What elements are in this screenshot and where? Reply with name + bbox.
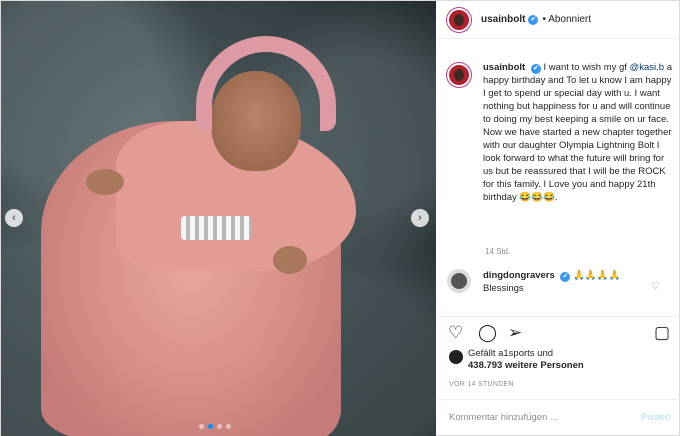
likes-line1: Gefällt a1sports und [468, 348, 554, 359]
header-username[interactable]: usainbolt [481, 14, 525, 25]
comment-username[interactable]: dingdongravers [483, 270, 555, 281]
next-photo-button[interactable]: › [411, 209, 429, 227]
carousel-dot [199, 424, 204, 429]
avatar[interactable] [447, 7, 471, 32]
post-sidebar: usainbolt ✔ • Abonniert usainbolt ✔ I wa… [437, 1, 680, 436]
previous-photo-button[interactable]: ‹ [5, 209, 23, 227]
liker-avatar[interactable] [449, 350, 463, 364]
comment-input[interactable]: Kommentar hinzufügen ... [449, 412, 558, 423]
carousel-dot [217, 424, 222, 429]
baby-hand-right [273, 246, 307, 274]
caption-timestamp[interactable]: 14 Std. [485, 247, 510, 256]
dress-sash [181, 216, 251, 240]
verified-icon: ✔ [560, 272, 571, 282]
bookmark-icon[interactable]: ▢ [654, 324, 670, 341]
likes-text[interactable]: Gefällt a1sports und 438.793 weitere Per… [468, 348, 584, 372]
comment-avatar[interactable] [447, 269, 471, 293]
likes-summary: Gefällt a1sports und 438.793 weitere Per… [449, 348, 584, 372]
comment-icon[interactable]: ◯ [478, 324, 497, 341]
caption-text: usainbolt ✔ I want to wish my gf @kasi.b… [483, 61, 672, 204]
comment-emojis: 🙏🙏🙏🙏 [573, 270, 621, 281]
carousel-dot-active [208, 424, 213, 429]
caption-username[interactable]: usainbolt [483, 62, 525, 73]
post-button[interactable]: Posten [641, 412, 671, 423]
share-icon[interactable]: ➢ [508, 324, 522, 341]
follow-status-label: Abonniert [548, 14, 591, 25]
likes-line2: 438.793 weitere Personen [468, 360, 584, 371]
comment-item: dingdongravers ✔ 🙏🙏🙏🙏 Blessings [447, 269, 672, 295]
chevron-right-icon: › [418, 212, 422, 224]
caption-after: a happy birthday and To let u know I am … [483, 62, 672, 203]
caption: usainbolt ✔ I want to wish my gf @kasi.b… [447, 61, 672, 204]
action-bar: ♡ ◯ ➢ ▢ [437, 316, 680, 348]
add-comment-bar: Kommentar hinzufügen ... Posten [437, 399, 680, 436]
caption-mention-link[interactable]: @kasi.b [630, 62, 664, 73]
baby-hand-left [86, 169, 124, 195]
verified-icon: ✔ [530, 64, 541, 74]
instagram-post-modal: ‹ › usainbolt ✔ • Abonniert usainbolt ✔ … [0, 0, 680, 436]
caption-avatar[interactable] [447, 63, 471, 87]
comment-body: Blessings [483, 283, 524, 294]
carousel-dot [226, 424, 231, 429]
post-age: VOR 14 STUNDEN [449, 381, 514, 388]
carousel-dots [199, 424, 231, 429]
comment-text: dingdongravers ✔ 🙏🙏🙏🙏 Blessings [483, 269, 620, 295]
verified-icon: ✔ [528, 14, 539, 25]
follow-status[interactable]: • Abonniert [542, 14, 591, 25]
caption-before: I want to wish my gf [543, 62, 627, 73]
post-header: usainbolt ✔ • Abonniert [437, 1, 680, 39]
chevron-left-icon: ‹ [12, 212, 16, 224]
post-photo[interactable]: ‹ › [1, 1, 436, 436]
comment-like-icon[interactable]: ♡ [651, 281, 660, 292]
heart-icon[interactable]: ♡ [448, 324, 463, 341]
